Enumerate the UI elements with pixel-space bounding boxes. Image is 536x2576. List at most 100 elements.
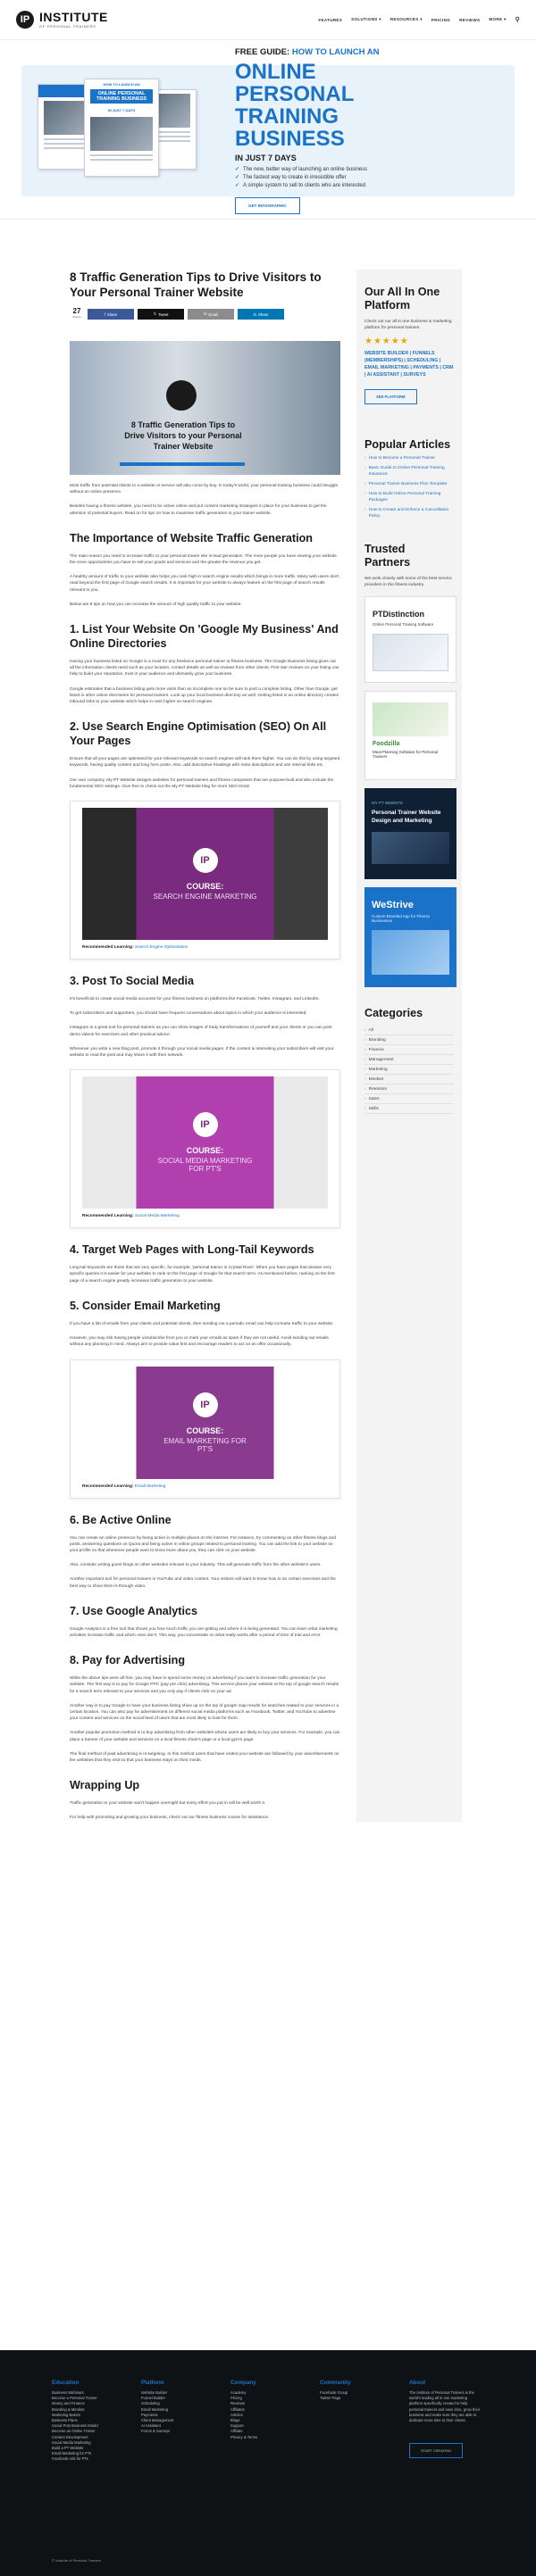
partner-my-pt-website[interactable]: MY PT WEBSITE Personal Trainer Website D… bbox=[364, 788, 456, 879]
hero-heading: ONLINE PERSONAL TRAINING BUSINESS bbox=[235, 60, 354, 151]
category-link[interactable]: › Management bbox=[364, 1055, 454, 1065]
facebook-share-button[interactable]: f Share bbox=[88, 309, 134, 320]
chevron-right-icon: › bbox=[364, 456, 366, 461]
copyright: © Institute of Personal Trainers bbox=[52, 2558, 101, 2563]
partner-ptdistinction[interactable]: PTDistinction Online Personal Training S… bbox=[364, 596, 456, 683]
guide-cover-heading: ONLINE PERSONAL TRAINING BUSINESS bbox=[90, 88, 153, 104]
footer-column-platform: Platform Website Builder Funnel Builder … bbox=[141, 2380, 230, 2463]
footer-link[interactable]: Privacy & Terms bbox=[230, 2435, 320, 2440]
footer-link[interactable]: Facebook Ads for PTs bbox=[52, 2456, 141, 2462]
hero-days: IN JUST 7 DAYS bbox=[235, 154, 297, 162]
check-icon: ✓ bbox=[235, 183, 240, 188]
partners-text: We work closely with some of the best se… bbox=[364, 577, 452, 587]
course-title: EMAIL MARKETING FOR PT'S bbox=[163, 1436, 247, 1453]
nav-features[interactable]: FEATURES bbox=[318, 18, 342, 22]
section-paragraph: Another way is to pay Google to have you… bbox=[70, 1703, 339, 1722]
hero-bullets: ✓ The new, better way of launching an onl… bbox=[235, 166, 414, 189]
section-heading: 3. Post To Social Media bbox=[70, 975, 195, 988]
featured-image-caption: 8 Traffic Generation Tips to Drive Visit… bbox=[124, 420, 242, 451]
popular-article-link[interactable]: › Personal Trainer Business Plan Template bbox=[364, 481, 454, 487]
category-link[interactable]: › Marketing bbox=[364, 1065, 454, 1075]
popular-article-link[interactable]: › Basic Guide to Online Personal Training… bbox=[364, 465, 454, 478]
course-card[interactable]: IP COURSE: EMAIL MARKETING FOR PT'S Reco… bbox=[70, 1359, 340, 1499]
hero-bullet: ✓ The new, better way of launching an onl… bbox=[235, 166, 368, 173]
intro-paragraph: Besides having a fitness website, you ne… bbox=[70, 504, 327, 516]
section-heading: 5. Consider Email Marketing bbox=[70, 1299, 221, 1312]
nav-solutions[interactable]: SOLUTIONS ▾ bbox=[351, 17, 381, 22]
article: 8 Traffic Generation Tips to Drive Visit… bbox=[70, 270, 340, 1822]
popular-article-link[interactable]: › How to Create and Enforce a Cancellatio… bbox=[364, 507, 454, 519]
search-icon[interactable]: ⚲ bbox=[515, 16, 520, 23]
course-card[interactable]: IP COURSE: SEARCH ENGINE MARKETING Recom… bbox=[70, 801, 340, 960]
get-infographic-button[interactable]: GET INFOGRAPHIC bbox=[235, 197, 300, 214]
site-logo[interactable]: IP INSTITUTE OF PERSONAL TRAINERS bbox=[16, 11, 108, 29]
popular-heading: Popular Articles bbox=[364, 438, 451, 451]
email-share-button[interactable]: ✉ Email bbox=[188, 309, 234, 320]
chevron-right-icon: › bbox=[364, 1076, 366, 1082]
recommended-learning: Recommended Learning: Search Engine Opti… bbox=[82, 945, 188, 951]
course-link[interactable]: Social Media Marketing bbox=[135, 1214, 180, 1218]
chevron-right-icon: › bbox=[364, 1096, 366, 1101]
site-header: IP INSTITUTE OF PERSONAL TRAINERS FEATUR… bbox=[0, 0, 536, 40]
footer-about-text: The Institute of Personal Trainers is th… bbox=[409, 2390, 481, 2423]
categories-list: › All › Branding › Finance › Management › Mar… bbox=[364, 1026, 454, 1114]
section-paragraph: The main reason you need to increase tra… bbox=[70, 553, 337, 566]
nav-resources[interactable]: RESOURCES ▾ bbox=[390, 17, 423, 22]
section-heading: 2. Use Search Engine Optimisation (SEO) … bbox=[70, 720, 327, 748]
hero-banner: HOW TO LAUNCH AN ONLINE PERSONAL TRAININ… bbox=[21, 47, 515, 214]
section-paragraph: Whenever you write a new blog post, prom… bbox=[70, 1046, 334, 1059]
footer-column-company: Company Academy Pricing Reviews Affiliat… bbox=[230, 2380, 320, 2463]
guide-cover: HOW TO LAUNCH AN ONLINE PERSONAL TRAININ… bbox=[84, 78, 159, 177]
partner-foodzilla[interactable]: Foodzilla Meal Planning Software for Per… bbox=[364, 691, 456, 780]
rating-stars-icon: ★★★★★ bbox=[364, 337, 409, 346]
category-link[interactable]: › Mindset bbox=[364, 1075, 454, 1084]
course-card[interactable]: IP COURSE: SOCIAL MEDIA MARKETING FOR PT… bbox=[70, 1069, 340, 1229]
category-link[interactable]: › All bbox=[364, 1026, 454, 1035]
course-link[interactable]: Search Engine Optimisation bbox=[135, 945, 188, 950]
nav-reviews[interactable]: REVIEWS bbox=[459, 18, 480, 22]
partner-westrive[interactable]: WeStrive Custom Branded App for Fitness … bbox=[364, 887, 456, 987]
linkedin-share-button[interactable]: in Share bbox=[238, 309, 284, 320]
article-title: 8 Traffic Generation Tips to Drive Visit… bbox=[70, 270, 322, 299]
category-link[interactable]: › Sales bbox=[364, 1094, 454, 1104]
see-platform-button[interactable]: SEE PLATFORM bbox=[364, 389, 417, 404]
section-heading: 7. Use Google Analytics bbox=[70, 1604, 198, 1617]
footer-link[interactable]: Twitter Page bbox=[320, 2396, 409, 2401]
category-link[interactable]: › Retention bbox=[364, 1084, 454, 1094]
guide-cover-title: HOW TO LAUNCH AN bbox=[103, 81, 140, 87]
logo-subtitle: OF PERSONAL TRAINERS bbox=[39, 24, 96, 29]
section-paragraph: Long-tail keywords are those that are ve… bbox=[70, 1266, 335, 1284]
footer-heading: Education bbox=[52, 2380, 80, 2386]
chevron-right-icon: › bbox=[364, 508, 366, 512]
hero-section: HOW TO LAUNCH AN ONLINE PERSONAL TRAININ… bbox=[0, 40, 536, 219]
footer-link[interactable]: Forms & Surveys bbox=[141, 2429, 230, 2434]
hero-bullet: ✓ A simple system to sell to clients who … bbox=[235, 182, 366, 189]
section-paragraph: If you have a list of emails from your c… bbox=[70, 1321, 334, 1326]
category-link[interactable]: › Skills bbox=[364, 1104, 454, 1114]
category-link[interactable]: › Finance bbox=[364, 1045, 454, 1055]
category-link[interactable]: › Branding bbox=[364, 1035, 454, 1045]
twitter-share-button[interactable]: 𝕏 Tweet bbox=[138, 309, 184, 320]
chevron-right-icon: › bbox=[364, 492, 366, 496]
free-guide-label: FREE GUIDE: HOW TO LAUNCH AN bbox=[235, 47, 380, 57]
categories-heading: Categories bbox=[364, 1007, 423, 1019]
hero-bullet: ✓ The fastest way to create in irresistib… bbox=[235, 174, 347, 181]
section-paragraph: Instagram is a great tool for personal t… bbox=[70, 1026, 332, 1037]
section-paragraph: Ensure that all your pages are optimised… bbox=[70, 757, 340, 769]
main-nav: FEATURES SOLUTIONS ▾ RESOURCES ▾ PRICING… bbox=[318, 16, 520, 23]
section-paragraph: Another popular promotion method is to b… bbox=[70, 1731, 340, 1742]
nav-pricing[interactable]: PRICING bbox=[431, 18, 450, 22]
x-icon: 𝕏 bbox=[153, 312, 156, 316]
guide-cover-sub: IN JUST 7 DAYS bbox=[107, 107, 136, 112]
footer-heading: Community bbox=[320, 2380, 351, 2386]
recommended-learning: Recommended Learning: Email Marketing bbox=[82, 1483, 166, 1489]
platform-text: Check out our all in one business & mark… bbox=[364, 320, 452, 330]
section-paragraph: Our own company, My PT Website designs w… bbox=[70, 777, 334, 789]
nav-more[interactable]: MORE ▾ bbox=[489, 17, 506, 22]
start-creating-button[interactable]: START CREATING bbox=[409, 2443, 464, 2459]
section-paragraph: The final method of paid advertising is … bbox=[70, 1751, 339, 1763]
popular-article-link[interactable]: › How to Become a Personal Trainer bbox=[364, 455, 454, 461]
course-link[interactable]: Email Marketing bbox=[135, 1484, 165, 1489]
popular-article-link[interactable]: › How to Build Online Personal Training P… bbox=[364, 491, 454, 503]
chevron-right-icon: › bbox=[364, 1067, 366, 1072]
